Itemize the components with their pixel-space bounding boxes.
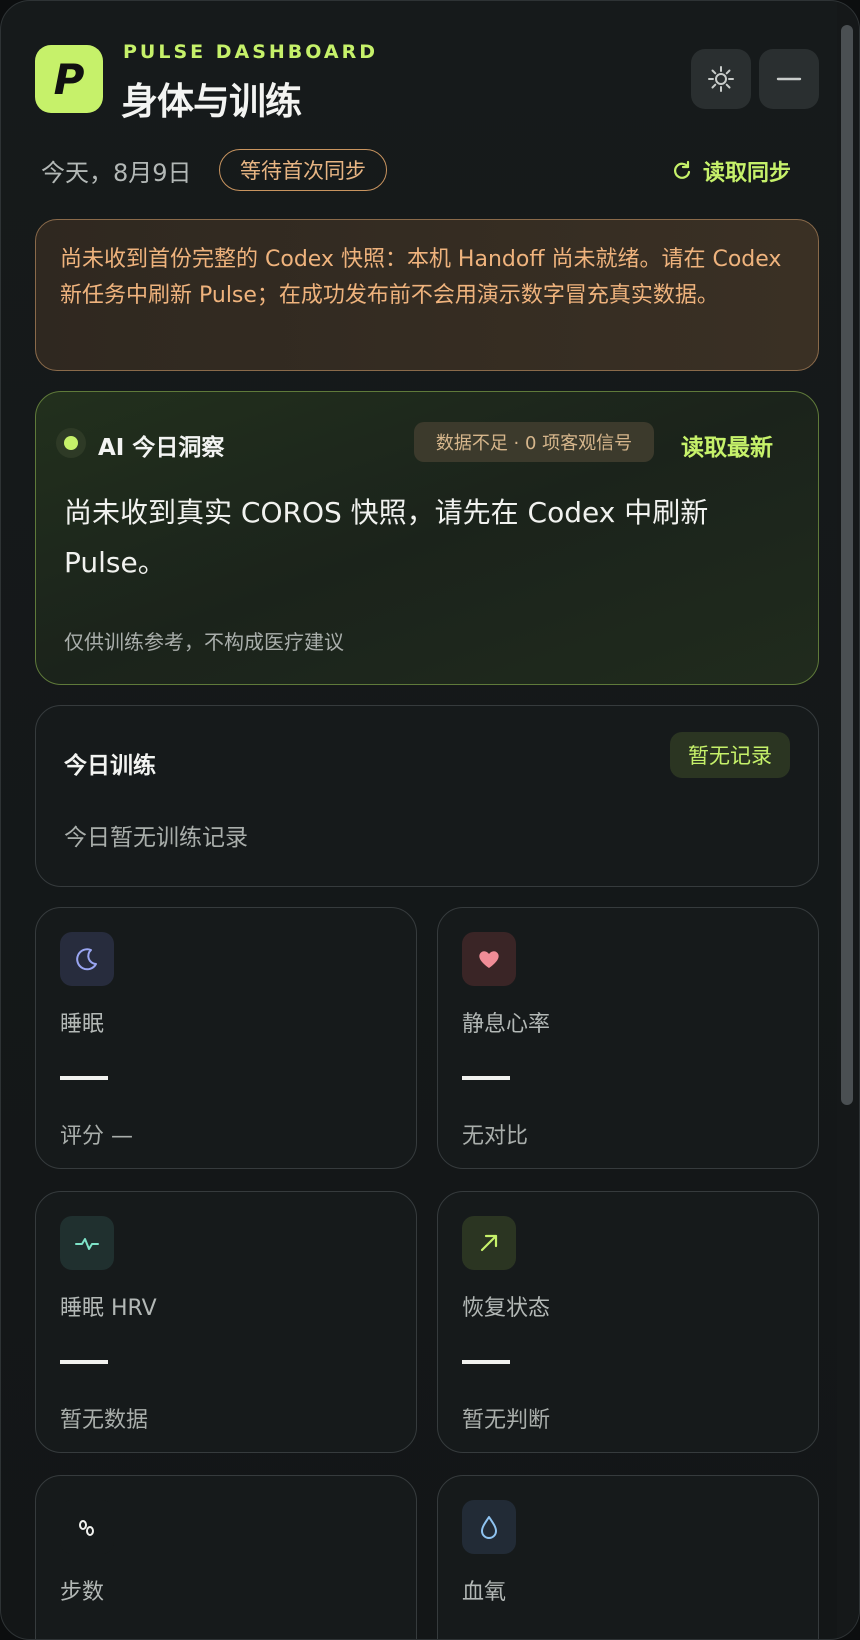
sync-button[interactable]: 读取同步 xyxy=(671,155,791,187)
minimize-icon xyxy=(776,77,802,81)
read-latest-button[interactable]: 读取最新 xyxy=(681,428,773,462)
scrollbar[interactable] xyxy=(837,1,859,1639)
metric-value-placeholder xyxy=(60,1360,108,1364)
sync-button-label: 读取同步 xyxy=(703,161,792,186)
training-status-badge: 暂无记录 xyxy=(670,732,790,778)
training-card: 今日训练 暂无记录 今日暂无训练记录 xyxy=(35,705,819,887)
metric-label: 血氧 xyxy=(462,1580,507,1605)
metric-card-recovery[interactable]: 恢复状态 暂无判断 xyxy=(437,1191,819,1453)
metric-subtext: 无对比 xyxy=(462,1124,529,1149)
settings-button[interactable] xyxy=(691,49,751,109)
metric-label: 睡眠 HRV xyxy=(60,1296,157,1321)
metric-subtext: 暂无数据 xyxy=(60,1408,149,1433)
gear-icon xyxy=(708,66,734,92)
metric-value-placeholder xyxy=(462,1076,510,1080)
logo-letter: P xyxy=(53,54,85,104)
metric-card-hrv[interactable]: 睡眠 HRV 暂无数据 xyxy=(35,1191,417,1453)
training-title: 今日训练 xyxy=(64,753,156,779)
refresh-icon xyxy=(674,160,691,179)
metric-value-placeholder xyxy=(60,1076,108,1080)
status-dot-icon xyxy=(56,428,86,458)
metric-label: 睡眠 xyxy=(60,1012,105,1037)
brand-label: PULSE DASHBOARD xyxy=(123,41,379,63)
droplet-icon xyxy=(462,1500,516,1554)
metric-label: 恢复状态 xyxy=(462,1296,551,1321)
sync-status-badge: 等待首次同步 xyxy=(219,149,387,191)
scrollbar-thumb[interactable] xyxy=(841,25,853,1105)
insight-text: 尚未收到真实 COROS 快照，请先在 Codex 中刷新 Pulse。 xyxy=(64,496,709,579)
metric-label: 静息心率 xyxy=(462,1012,551,1037)
metric-subtext: 暂无判断 xyxy=(462,1408,551,1433)
pulse-icon xyxy=(60,1216,114,1270)
heart-icon xyxy=(462,932,516,986)
metric-card-resting-hr[interactable]: 静息心率 无对比 xyxy=(437,907,819,1169)
page-title: 身体与训练 xyxy=(121,80,302,123)
metric-card-spo2[interactable]: 血氧 xyxy=(437,1475,819,1639)
app-logo: P xyxy=(35,45,103,113)
metric-card-steps[interactable]: 步数 xyxy=(35,1475,417,1639)
app-window: P PULSE DASHBOARD 身体与训练 今天，8月9日 等待首次同步 读… xyxy=(0,0,860,1640)
metric-value-placeholder xyxy=(462,1360,510,1364)
metric-card-sleep[interactable]: 睡眠 评分 — xyxy=(35,907,417,1169)
moon-icon xyxy=(60,932,114,986)
footsteps-icon xyxy=(60,1500,114,1554)
insight-title: AI 今日洞察 xyxy=(98,435,225,461)
insight-disclaimer: 仅供训练参考，不构成医疗建议 xyxy=(64,630,344,654)
data-sufficiency-badge: 数据不足 · 0 项客观信号 xyxy=(414,422,654,462)
minimize-button[interactable] xyxy=(759,49,819,109)
arrow-up-right-icon xyxy=(462,1216,516,1270)
metric-label: 步数 xyxy=(60,1580,105,1605)
metric-subtext: 评分 — xyxy=(60,1124,133,1149)
training-empty-text: 今日暂无训练记录 xyxy=(64,825,248,851)
today-date: 今天，8月9日 xyxy=(41,159,192,187)
ai-insight-card: AI 今日洞察 数据不足 · 0 项客观信号 读取最新 尚未收到真实 COROS… xyxy=(35,391,819,685)
snapshot-warning: 尚未收到首份完整的 Codex 快照：本机 Handoff 尚未就绪。请在 Co… xyxy=(35,219,819,371)
